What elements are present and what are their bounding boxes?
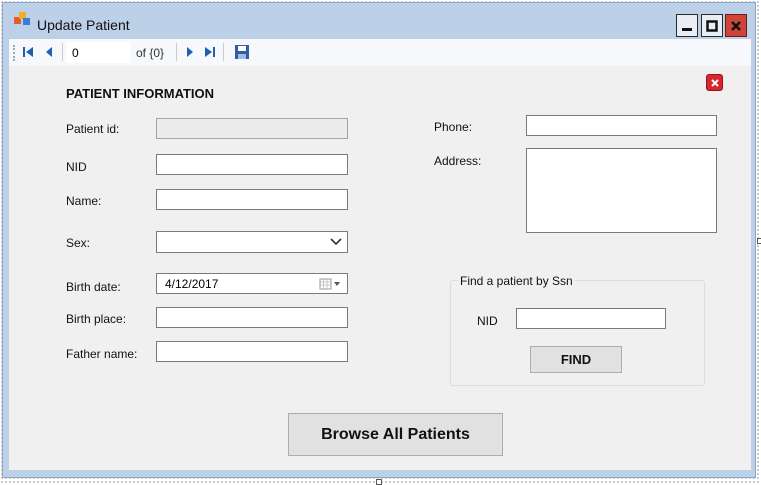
- nid-label: NID: [66, 160, 87, 174]
- toolbar-separator: [223, 43, 224, 61]
- maximize-button[interactable]: [701, 14, 723, 37]
- title-bar[interactable]: Update Patient: [3, 3, 755, 39]
- sex-select[interactable]: [156, 231, 348, 253]
- binding-navigator: of {0}: [9, 39, 751, 66]
- toolbar-grip: [13, 45, 15, 61]
- birth-date-label: Birth date:: [66, 280, 121, 294]
- app-icon: [14, 12, 31, 27]
- move-previous-icon[interactable]: [42, 44, 58, 60]
- window-title: Update Patient: [37, 17, 130, 33]
- count-label: of {0}: [136, 46, 165, 60]
- close-window-button[interactable]: [725, 14, 747, 37]
- name-label: Name:: [66, 194, 102, 208]
- minimize-button[interactable]: [676, 14, 698, 37]
- move-next-icon[interactable]: [181, 44, 197, 60]
- minimize-icon: [682, 27, 692, 31]
- search-nid-field[interactable]: [516, 308, 666, 329]
- move-last-icon[interactable]: [202, 44, 218, 60]
- father-name-label: Father name:: [66, 347, 138, 361]
- close-form-button[interactable]: [706, 74, 723, 91]
- chevron-down-icon: [330, 238, 342, 246]
- birth-place-label: Birth place:: [66, 312, 127, 326]
- birth-date-value: 4/12/2017: [165, 276, 219, 291]
- maximize-icon: [706, 19, 718, 32]
- patient-id-label: Patient id:: [66, 122, 120, 136]
- section-title: PATIENT INFORMATION: [66, 86, 215, 101]
- birth-date-picker[interactable]: 4/12/2017: [156, 273, 348, 294]
- resize-handle-right[interactable]: [757, 238, 761, 244]
- close-icon: [731, 20, 741, 31]
- address-field[interactable]: [526, 148, 717, 233]
- nid-field[interactable]: [156, 154, 348, 175]
- calendar-dropdown-icon[interactable]: [319, 278, 341, 290]
- phone-label: Phone:: [434, 120, 473, 134]
- close-x-icon: [710, 78, 719, 87]
- toolbar-separator: [62, 43, 63, 61]
- move-first-icon[interactable]: [20, 44, 36, 60]
- birth-place-field[interactable]: [156, 307, 348, 328]
- find-button[interactable]: FIND: [530, 346, 622, 373]
- find-patient-group-title: Find a patient by Ssn: [458, 274, 575, 288]
- sex-label: Sex:: [66, 236, 91, 250]
- browse-all-patients-button[interactable]: Browse All Patients: [288, 413, 503, 456]
- position-field[interactable]: [66, 42, 130, 63]
- father-name-field[interactable]: [156, 341, 348, 362]
- address-label: Address:: [434, 154, 482, 168]
- name-field[interactable]: [156, 189, 348, 210]
- save-icon[interactable]: [234, 44, 250, 60]
- search-nid-label: NID: [477, 314, 498, 328]
- patient-id-field[interactable]: [156, 118, 348, 139]
- resize-handle-bottom[interactable]: [376, 479, 382, 485]
- toolbar-separator: [176, 43, 177, 61]
- phone-field[interactable]: [526, 115, 717, 136]
